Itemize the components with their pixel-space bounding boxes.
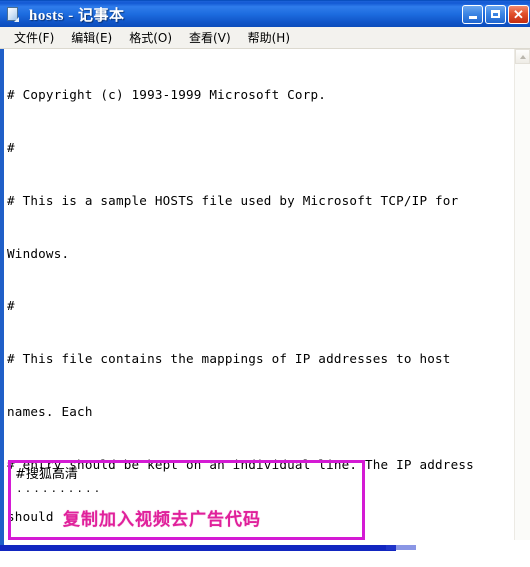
editor-line: should: [7, 509, 54, 525]
editor-line: # Copyright (c) 1993-1999 Microsoft Corp…: [7, 87, 327, 103]
editor-line: names. Each: [7, 403, 93, 419]
window-title: hosts - 记事本: [29, 7, 125, 24]
menu-item-edit[interactable]: 编辑(E): [63, 27, 121, 48]
editor-line: #: [7, 298, 15, 314]
maximize-icon: [491, 10, 500, 18]
editor-line: # entry should be kept on an individual …: [7, 456, 474, 472]
window-controls: ✕: [462, 4, 530, 24]
horizontal-scrollbar-thumb[interactable]: [386, 545, 416, 550]
editor-line: #: [7, 139, 15, 155]
title-bar-left: hosts - 记事本: [0, 4, 462, 25]
title-bar[interactable]: hosts - 记事本 ✕: [0, 0, 530, 27]
close-button[interactable]: ✕: [508, 4, 529, 24]
notepad-window: hosts - 记事本 ✕ 文件(F) 编辑(E) 格式(O) 查看(V) 帮助…: [0, 0, 530, 545]
menu-bar: 文件(F) 编辑(E) 格式(O) 查看(V) 帮助(H): [0, 27, 530, 49]
minimize-icon: [468, 16, 477, 19]
editor-line: # This is a sample HOSTS file used by Mi…: [7, 192, 459, 208]
menu-item-file[interactable]: 文件(F): [6, 27, 63, 48]
maximize-button[interactable]: [485, 4, 506, 24]
editor-text-content: # Copyright (c) 1993-1999 Microsoft Corp…: [7, 51, 530, 545]
desktop-background-right: [416, 540, 530, 567]
editor-line: # This file contains the mappings of IP …: [7, 351, 451, 367]
editor-line: Windows.: [7, 245, 70, 261]
vertical-scrollbar[interactable]: [514, 49, 530, 545]
menu-item-help[interactable]: 帮助(H): [240, 27, 299, 48]
notepad-document-icon: [6, 6, 21, 22]
scroll-up-arrow-icon[interactable]: [515, 49, 530, 64]
window-body: # Copyright (c) 1993-1999 Microsoft Corp…: [0, 49, 530, 545]
menu-item-view[interactable]: 查看(V): [181, 27, 240, 48]
minimize-button[interactable]: [462, 4, 483, 24]
text-editor-area[interactable]: # Copyright (c) 1993-1999 Microsoft Corp…: [4, 49, 530, 545]
menu-item-format[interactable]: 格式(O): [121, 27, 181, 48]
close-icon: ✕: [513, 6, 524, 22]
